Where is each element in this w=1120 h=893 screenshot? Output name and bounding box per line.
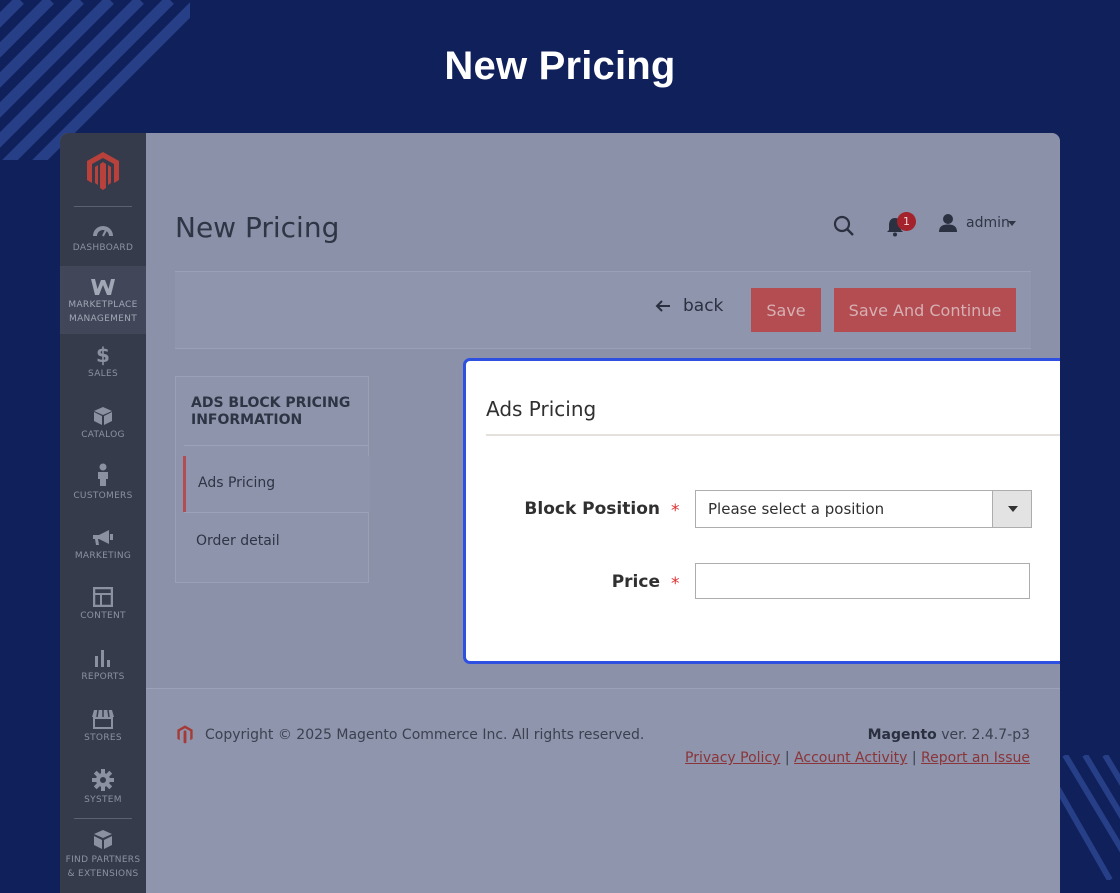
save-and-continue-button[interactable]: Save And Continue bbox=[834, 288, 1016, 332]
sidebar-item-reports[interactable]: REPORTS bbox=[60, 648, 146, 684]
copyright-text: Copyright © 2025 Magento Commerce Inc. A… bbox=[205, 727, 645, 743]
sidebar-divider bbox=[74, 206, 132, 207]
bar-chart-icon bbox=[95, 650, 110, 667]
sidebar-item-marketplace-management[interactable]: MARKETPLACE MANAGEMENT bbox=[60, 266, 146, 334]
box-icon bbox=[94, 407, 112, 425]
back-label: back bbox=[683, 296, 724, 316]
sidebar-item-marketing[interactable]: MARKETING bbox=[60, 529, 146, 563]
link-separator: | bbox=[784, 750, 790, 766]
sidebar-item-customers[interactable]: CUSTOMERS bbox=[60, 463, 146, 503]
marketplace-w-icon bbox=[91, 279, 115, 295]
tab-divider bbox=[184, 512, 368, 513]
tab-ads-pricing[interactable]: Ads Pricing bbox=[183, 456, 370, 512]
tabs-panel: ADS BLOCK PRICING INFORMATION Ads Pricin… bbox=[175, 376, 370, 583]
price-input[interactable] bbox=[695, 563, 1030, 599]
sidebar-divider bbox=[74, 818, 132, 819]
select-value: Please select a position bbox=[708, 500, 885, 518]
sidebar-item-dashboard[interactable]: DASHBOARD bbox=[60, 221, 146, 255]
sidebar-item-label: REPORTS bbox=[81, 672, 125, 682]
decorative-stripes-corner bbox=[1050, 755, 1120, 880]
sidebar-item-content[interactable]: CONTENT bbox=[60, 587, 146, 623]
magento-logo-icon[interactable] bbox=[82, 149, 124, 191]
footer: Copyright © 2025 Magento Commerce Inc. A… bbox=[146, 688, 1060, 893]
select-toggle[interactable] bbox=[992, 491, 1031, 527]
sidebar-item-system[interactable]: SYSTEM bbox=[60, 769, 146, 807]
sidebar-item-label: SYSTEM bbox=[84, 795, 122, 805]
sidebar-item-label: STORES bbox=[84, 733, 122, 743]
section-title: Ads Pricing bbox=[486, 397, 597, 421]
required-mark: * bbox=[671, 574, 680, 594]
block-position-select[interactable]: Please select a position bbox=[695, 490, 1032, 528]
stacked-boxes-icon bbox=[94, 830, 112, 849]
section-divider bbox=[486, 434, 1060, 436]
sidebar-item-sales[interactable]: $ SALES bbox=[60, 345, 146, 381]
dollar-icon: $ bbox=[96, 343, 110, 367]
arrow-left-icon bbox=[655, 300, 670, 312]
page-title: New Pricing bbox=[175, 211, 340, 244]
person-icon bbox=[98, 463, 108, 486]
hero-title: New Pricing bbox=[444, 44, 676, 88]
brand-name: Magento bbox=[867, 727, 937, 743]
back-button[interactable]: back bbox=[655, 296, 723, 316]
search-icon[interactable] bbox=[833, 215, 855, 237]
layout-icon bbox=[93, 587, 113, 607]
dashboard-gauge-icon bbox=[93, 226, 113, 237]
user-menu-label[interactable]: admin bbox=[966, 215, 1010, 231]
account-activity-link[interactable]: Account Activity bbox=[794, 750, 907, 766]
ads-pricing-form: Ads Pricing Block Position * Please sele… bbox=[463, 358, 1060, 664]
sidebar-item-find-partners[interactable]: FIND PARTNERS & EXTENSIONS bbox=[60, 829, 146, 881]
save-button[interactable]: Save bbox=[751, 288, 821, 332]
admin-window: DASHBOARD MARKETPLACE MANAGEMENT $ SALES… bbox=[60, 133, 1060, 893]
version-text: Magento ver. 2.4.7-p3 bbox=[868, 727, 1030, 743]
link-separator: | bbox=[911, 750, 917, 766]
footer-links: Privacy Policy | Account Activity | Repo… bbox=[685, 750, 1030, 766]
page-actions-bar: back Save Save And Continue bbox=[175, 271, 1031, 349]
sidebar-item-label: SALES bbox=[88, 369, 118, 379]
user-icon[interactable] bbox=[938, 213, 958, 233]
sidebar-item-stores[interactable]: STORES bbox=[60, 709, 146, 745]
sidebar-item-label: CUSTOMERS bbox=[73, 491, 133, 501]
privacy-policy-link[interactable]: Privacy Policy bbox=[685, 750, 780, 766]
tab-divider bbox=[184, 445, 368, 446]
sidebar-item-label: MARKETPLACE MANAGEMENT bbox=[68, 300, 138, 324]
tabs-title: ADS BLOCK PRICING INFORMATION bbox=[191, 395, 351, 428]
main-content: New Pricing 1 admin back Save Save And C… bbox=[146, 133, 1060, 893]
magento-logo-icon bbox=[177, 725, 193, 744]
sidebar-item-label: DASHBOARD bbox=[72, 243, 134, 253]
tab-label: Order detail bbox=[196, 533, 280, 549]
report-issue-link[interactable]: Report an Issue bbox=[921, 750, 1030, 766]
version-number: ver. 2.4.7-p3 bbox=[936, 727, 1030, 743]
block-position-label: Block Position bbox=[524, 499, 660, 519]
gear-icon bbox=[92, 769, 114, 791]
sidebar-item-label: MARKETING bbox=[74, 551, 132, 561]
sidebar: DASHBOARD MARKETPLACE MANAGEMENT $ SALES… bbox=[60, 133, 146, 893]
megaphone-icon bbox=[93, 530, 113, 545]
sidebar-item-label: CONTENT bbox=[80, 611, 126, 621]
tab-order-detail[interactable]: Order detail bbox=[184, 514, 368, 570]
sidebar-item-label: CATALOG bbox=[81, 430, 125, 440]
storefront-icon bbox=[92, 709, 114, 729]
sidebar-item-catalog[interactable]: CATALOG bbox=[60, 406, 146, 442]
price-label: Price bbox=[611, 572, 660, 592]
sidebar-item-label: FIND PARTNERS & EXTENSIONS bbox=[65, 855, 141, 879]
required-mark: * bbox=[671, 501, 680, 521]
tab-label: Ads Pricing bbox=[198, 475, 276, 491]
notification-badge[interactable]: 1 bbox=[897, 212, 916, 231]
chevron-down-icon bbox=[1008, 506, 1018, 512]
chevron-down-icon[interactable] bbox=[1008, 221, 1016, 226]
